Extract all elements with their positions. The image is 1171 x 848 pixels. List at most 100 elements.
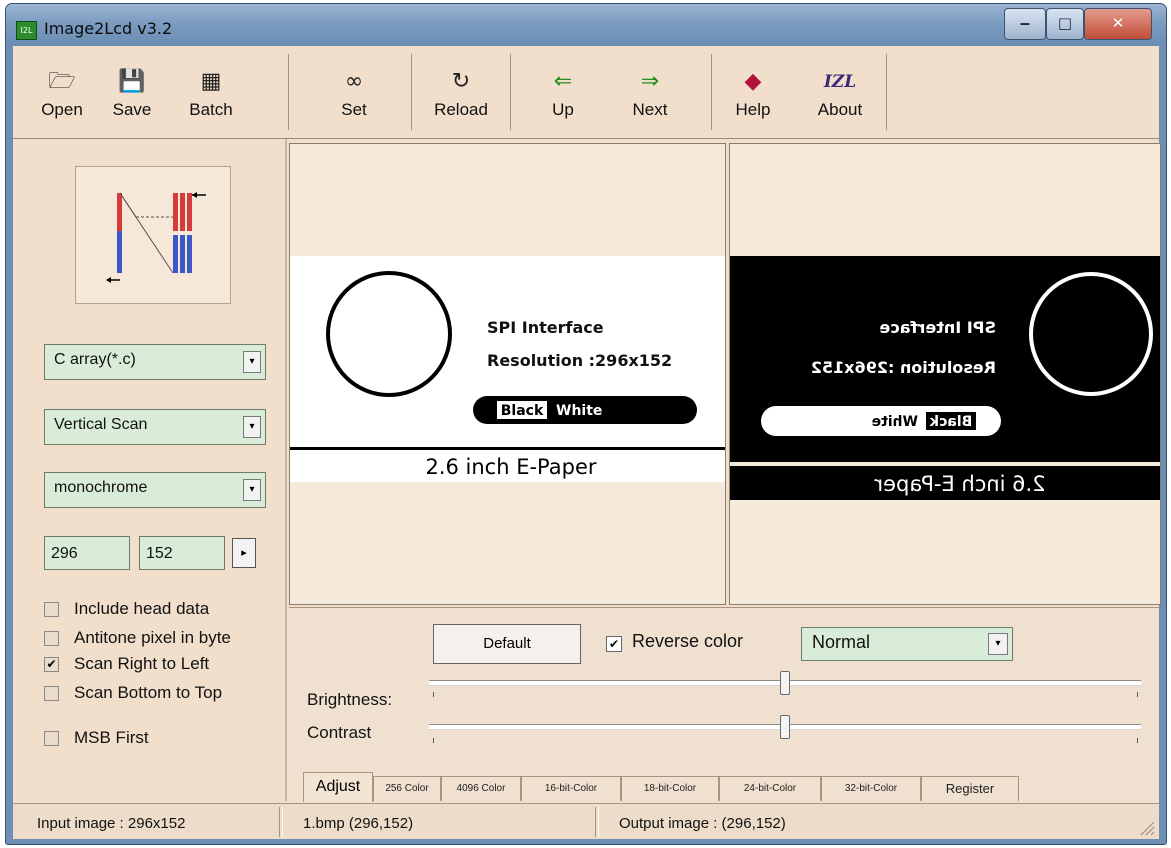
output-image-preview: SPI Interface Resolution :296x152 Black … [729, 143, 1161, 605]
input-line1: SPI Interface [487, 318, 604, 337]
batch-icon: ▦ [200, 69, 222, 94]
input-badge-white: White [556, 403, 602, 419]
toolbar-divider [886, 54, 887, 130]
mode-select[interactable]: Normal ▾ [801, 627, 1013, 661]
tab-256-color[interactable]: 256 Color [373, 776, 441, 801]
contrast-slider-thumb[interactable] [780, 715, 790, 739]
reload-button[interactable]: ↻ Reload [421, 46, 501, 136]
reload-icon: ↻ [451, 69, 471, 94]
next-button[interactable]: ⇒ Next [617, 46, 683, 136]
output-caption: 2.6 inch E-Paper [874, 472, 1045, 496]
about-button[interactable]: IZL About [805, 46, 875, 136]
brightness-label: Brightness: [307, 690, 393, 709]
tab-adjust[interactable]: Adjust [303, 772, 373, 802]
status-divider [595, 807, 599, 837]
open-button[interactable]: 🗁 Open [31, 46, 93, 136]
toolbar-divider [411, 54, 412, 130]
output-line2: Resolution :296x152 [811, 358, 996, 377]
brightness-slider-thumb[interactable] [780, 671, 790, 695]
reverse-color-label: Reverse color [632, 631, 744, 651]
input-image: SPI Interface Resolution :296x152 Black … [290, 256, 725, 482]
toolbar-label: Help [735, 100, 771, 119]
status-input-image: Input image : 296x152 [37, 815, 186, 832]
input-image-preview: SPI Interface Resolution :296x152 Black … [289, 143, 726, 605]
maximize-button[interactable]: □ [1046, 8, 1084, 40]
resize-grip-icon[interactable] [1137, 818, 1155, 836]
tab-4096-color[interactable]: 4096 Color [441, 776, 521, 801]
toolbar-divider [288, 54, 289, 130]
arrow-right-icon: ⇒ [640, 69, 660, 94]
chevron-down-icon[interactable]: ▾ [243, 351, 261, 373]
toolbar-label: Next [632, 100, 668, 119]
client-area: 🗁 Open 💾 Save ▦ Batch ∞ Set ↻ Reload ⇐ U… [13, 46, 1161, 839]
default-button[interactable]: Default [433, 624, 581, 664]
checkbox-box[interactable] [44, 731, 59, 746]
scan-direction-diagram [75, 166, 231, 304]
minimize-button[interactable]: ‒ [1004, 8, 1046, 40]
chevron-down-icon[interactable]: ▾ [988, 633, 1008, 655]
output-format-select[interactable]: C array(*.c) ▾ [44, 344, 266, 380]
checkbox-label: Scan Bottom to Top [74, 683, 223, 702]
chevron-down-icon[interactable]: ▾ [243, 479, 261, 501]
toolbar-label: Batch [189, 100, 233, 119]
tab-18-bit-color[interactable]: 18-bit-Color [621, 776, 719, 801]
apply-size-button[interactable]: ▸ [232, 538, 256, 568]
output-badge-white: White [872, 414, 918, 430]
tab-32-bit-color[interactable]: 32-bit-Color [821, 776, 921, 801]
status-output-image: Output image : (296,152) [619, 815, 786, 832]
adjust-panel: Default ✔ Reverse color Normal ▾ Brightn… [289, 607, 1159, 802]
checkbox-label: Include head data [74, 599, 210, 618]
check-icon[interactable]: ✔ [44, 657, 59, 672]
checkbox-box[interactable] [44, 602, 59, 617]
status-file-name: 1.bmp (296,152) [303, 815, 414, 832]
scan-direction-icon [106, 192, 206, 283]
contrast-label: Contrast [307, 723, 372, 742]
app-logo-icon: I2L [16, 21, 37, 40]
slider-tick [1137, 738, 1138, 743]
toolbar: 🗁 Open 💾 Save ▦ Batch ∞ Set ↻ Reload ⇐ U… [13, 46, 1159, 139]
settings-panel: C array(*.c) ▾ Vertical Scan ▾ monochrom… [13, 139, 287, 801]
toolbar-label: Save [112, 100, 152, 119]
checkbox-label: Antitone pixel in byte [74, 628, 231, 647]
width-input[interactable]: 296 [44, 536, 130, 570]
checkbox-label: Scan Right to Left [74, 654, 210, 673]
status-divider [279, 807, 283, 837]
toolbar-label: About [817, 100, 863, 119]
checkbox-box[interactable] [44, 631, 59, 646]
tab-16-bit-color[interactable]: 16-bit-Color [521, 776, 621, 801]
set-button[interactable]: ∞ Set [325, 46, 383, 136]
about-logo-icon: IZL [823, 72, 857, 92]
slider-tick [433, 692, 434, 697]
toolbar-label: Open [41, 100, 83, 119]
glasses-icon: ∞ [344, 69, 364, 94]
input-badge-black: Black [501, 403, 544, 419]
app-window: I2L Image2Lcd v3.2 ‒ □ ✕ 🗁 Open 💾 Save ▦… [5, 3, 1167, 845]
toolbar-label: Set [341, 100, 367, 119]
scan-mode-select[interactable]: Vertical Scan ▾ [44, 409, 266, 445]
up-button[interactable]: ⇐ Up [533, 46, 593, 136]
check-icon[interactable]: ✔ [606, 636, 622, 652]
contrast-slider[interactable] [429, 715, 1141, 739]
height-input[interactable]: 152 [139, 536, 225, 570]
tab-24-bit-color[interactable]: 24-bit-Color [719, 776, 821, 801]
color-mode-value: monochrome [54, 479, 148, 496]
chevron-down-icon[interactable]: ▾ [243, 416, 261, 438]
title-bar[interactable]: I2L Image2Lcd v3.2 ‒ □ ✕ [6, 4, 1166, 46]
toolbar-divider [510, 54, 511, 130]
toolbar-divider [711, 54, 712, 130]
status-bar: Input image : 296x152 1.bmp (296,152) Ou… [13, 803, 1159, 839]
checkbox-box[interactable] [44, 686, 59, 701]
tab-register[interactable]: Register [921, 776, 1019, 801]
save-button[interactable]: 💾 Save [101, 46, 163, 136]
open-icon: 🗁 [48, 69, 76, 94]
batch-button[interactable]: ▦ Batch [171, 46, 251, 136]
slider-tick [1137, 692, 1138, 697]
input-caption: 2.6 inch E-Paper [425, 455, 596, 479]
close-button[interactable]: ✕ [1084, 8, 1152, 40]
output-line1: SPI Interface [879, 318, 996, 337]
help-book-icon: ◆ [744, 69, 762, 94]
color-mode-select[interactable]: monochrome ▾ [44, 472, 266, 508]
output-badge-black: Black [929, 414, 972, 430]
help-button[interactable]: ◆ Help [725, 46, 781, 136]
brightness-slider[interactable] [429, 671, 1141, 695]
